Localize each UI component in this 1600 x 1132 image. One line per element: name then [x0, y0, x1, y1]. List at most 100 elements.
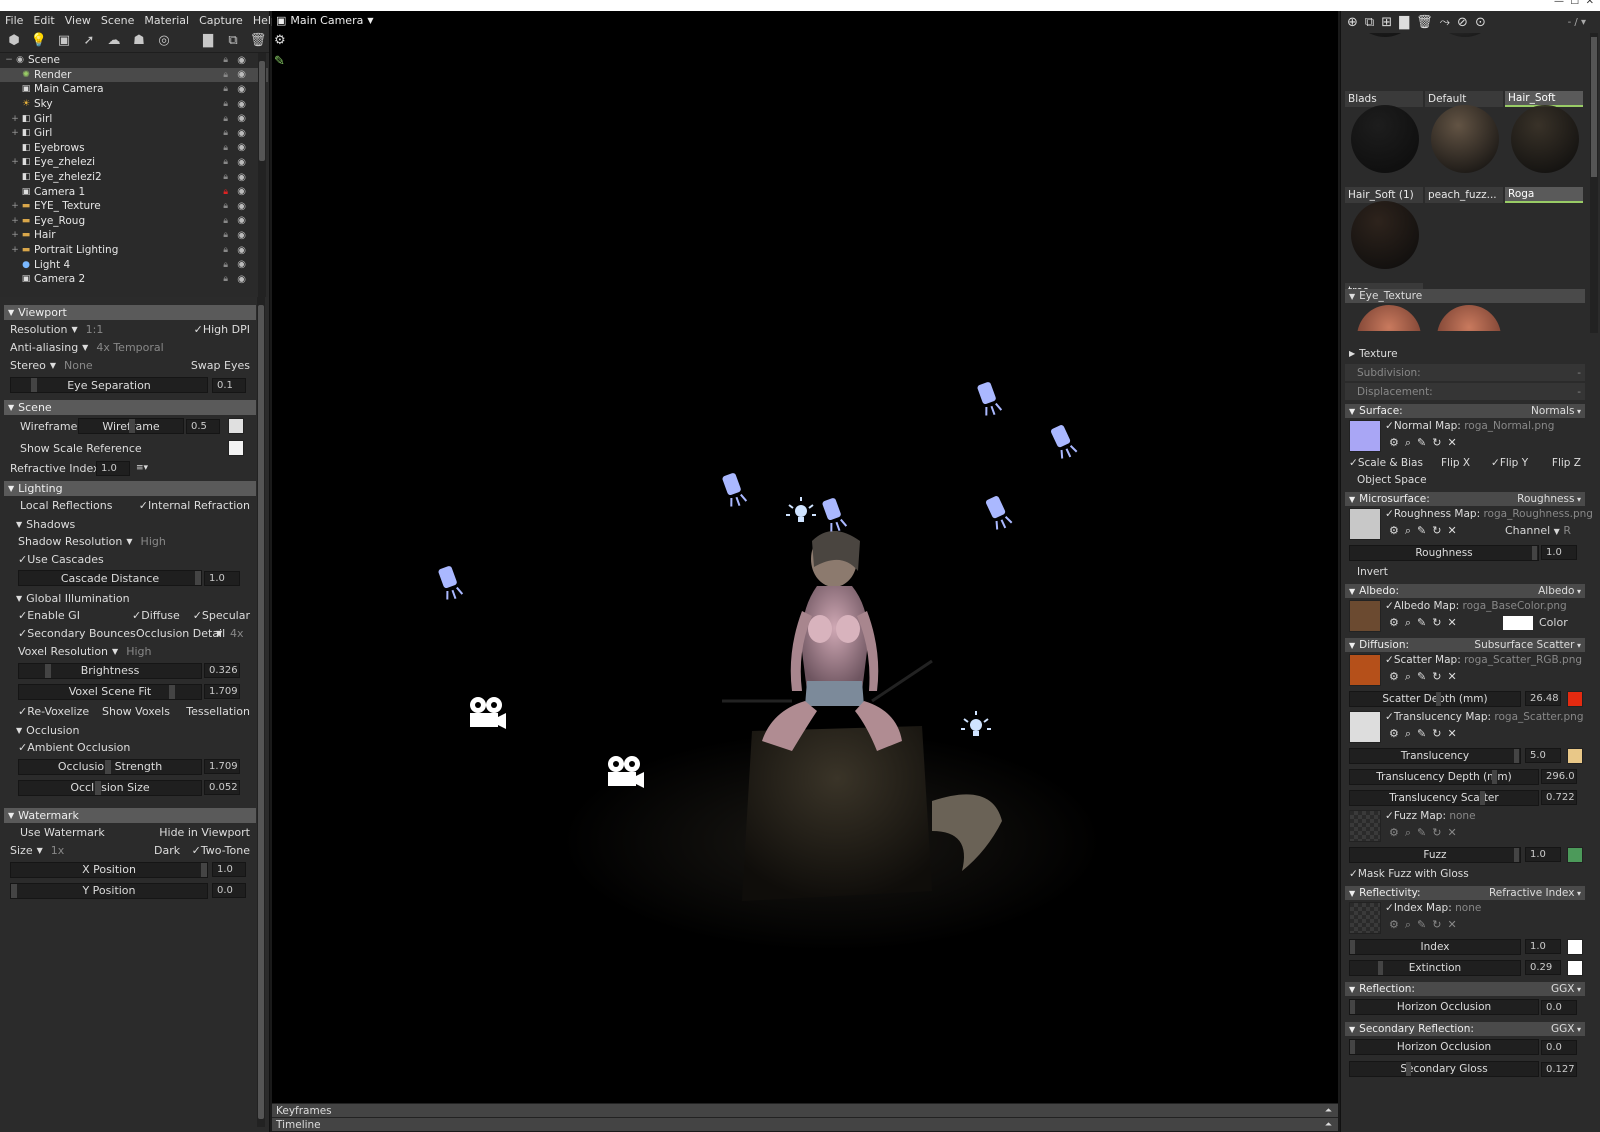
shadows-subsection[interactable]: ▼ Shadows — [4, 517, 256, 532]
fuzz-color-swatch[interactable] — [1567, 846, 1583, 863]
horizon-occlusion-value[interactable]: 0.0 — [1541, 999, 1577, 1015]
menu-item-scene[interactable]: Scene — [96, 14, 140, 27]
lock-icon[interactable]: 🔒︎ — [223, 245, 228, 255]
local-reflections-checkbox[interactable]: Local Reflections — [20, 499, 112, 512]
translucency-depth-slider[interactable]: Translucency Depth (mm) — [1349, 768, 1539, 785]
translucency-scatter-slider[interactable]: Translucency Scatter — [1349, 789, 1539, 806]
duplicate-icon[interactable]: ⧉ — [223, 31, 243, 51]
close-icon[interactable]: ✕ — [1447, 616, 1456, 630]
search-icon[interactable]: ⌕ — [1405, 918, 1411, 932]
add-shadow-catcher-icon[interactable]: ➚ — [79, 31, 99, 51]
brightness-slider[interactable]: Brightness — [18, 662, 202, 679]
extinction-value[interactable]: 0.29 — [1525, 960, 1561, 975]
use-watermark-checkbox[interactable]: Use Watermark — [20, 826, 105, 839]
gi-subsection[interactable]: ▼ Global Illumination — [4, 591, 256, 606]
two-tone-checkbox[interactable]: ✓Two-Tone — [192, 844, 250, 857]
use-cascades-checkbox[interactable]: ✓ Use Cascades — [4, 550, 256, 568]
swap-eyes-checkbox[interactable]: Swap Eyes — [191, 359, 250, 372]
eye-material-preview[interactable] — [1357, 305, 1421, 331]
microsurface-section[interactable]: ▼ Microsurface: Roughness — [1345, 492, 1585, 506]
lock-icon[interactable]: 🔒︎ — [223, 128, 228, 138]
fuzz-value[interactable]: 1.0 — [1525, 847, 1561, 862]
expand-toggle-icon[interactable]: + — [10, 128, 20, 138]
search-icon[interactable]: ⌕ — [1405, 826, 1411, 840]
expand-toggle-icon[interactable]: + — [10, 230, 20, 240]
settings-icon[interactable]: ⚙ — [1389, 727, 1399, 741]
surface-mode[interactable]: Normals — [1531, 405, 1581, 417]
roughness-slider[interactable]: Roughness — [1349, 544, 1539, 561]
material-filter-dropdown[interactable]: - / ▾ — [1568, 17, 1586, 28]
menu-item-edit[interactable]: Edit — [28, 14, 59, 27]
index-slider[interactable]: Index — [1349, 938, 1521, 955]
timeline-bar[interactable]: Timeline ⏶ — [272, 1117, 1338, 1131]
eye-material-preview[interactable] — [1437, 305, 1501, 331]
visibility-eye-icon[interactable]: ◉ — [237, 230, 246, 241]
lighting-section-header[interactable]: ▼ Lighting — [4, 481, 256, 496]
scene-tree-scrollbar[interactable] — [258, 53, 266, 297]
add-fog-icon[interactable]: ☁ — [104, 31, 124, 51]
occlusion-strength-value[interactable]: 1.709 — [204, 759, 240, 774]
visibility-eye-icon[interactable]: ◉ — [237, 69, 246, 80]
lock-icon[interactable]: 🔒︎ — [223, 216, 228, 226]
expand-toggle-icon[interactable]: + — [10, 157, 20, 167]
scatter-color-swatch[interactable] — [1567, 690, 1583, 707]
scene-tree-item[interactable]: ◧ Eye_zhelezi2 🔒︎ ◉ — [0, 170, 268, 185]
camera-gizmo[interactable] — [470, 697, 506, 729]
scene-tree-item[interactable]: ▣ Camera 2 🔒︎ ◉ — [0, 272, 268, 287]
internal-refraction-checkbox[interactable]: ✓Internal Refraction — [139, 499, 250, 512]
point-light-gizmo[interactable] — [961, 711, 991, 736]
settings-icon[interactable]: ⚙ — [1389, 670, 1399, 684]
settings-icon[interactable]: ⚙ — [1389, 826, 1399, 840]
scene-tree-item[interactable]: ▣ Main Camera 🔒︎ ◉ — [0, 82, 268, 97]
ambient-occlusion-checkbox[interactable]: ✓ Ambient Occlusion — [4, 738, 256, 756]
microsurface-mode[interactable]: Roughness — [1517, 493, 1581, 505]
scene-tree-item[interactable]: + ◧ Eye_zhelezi 🔒︎ ◉ — [0, 155, 268, 170]
diffusion-mode[interactable]: Subsurface Scatter — [1474, 639, 1581, 651]
revoxelize-checkbox[interactable]: ✓Re-Voxelize — [18, 705, 89, 718]
x-position-slider[interactable]: X Position — [10, 861, 208, 878]
lock-icon[interactable]: 🔒︎ — [223, 114, 228, 124]
refractive-index-value[interactable]: 1.0 — [96, 460, 130, 476]
object-space-checkbox[interactable]: Object Space — [1345, 471, 1585, 488]
scene-tree-item[interactable]: ◧ Eyebrows 🔒︎ ◉ — [0, 141, 268, 156]
albedo-section[interactable]: ▼ Albedo: Albedo — [1345, 584, 1585, 598]
tessellation-checkbox[interactable]: Tessellation — [186, 705, 250, 718]
scene-tree-item[interactable]: ✺ Render 🔒︎ ◉ — [0, 67, 268, 83]
menu-item-capture[interactable]: Capture — [194, 14, 248, 27]
visibility-eye-icon[interactable]: ◉ — [237, 128, 246, 139]
specular-checkbox[interactable]: ✓Specular — [193, 609, 250, 622]
close-icon[interactable]: ✕ — [1447, 670, 1456, 684]
delete-icon[interactable]: 🗑 — [248, 31, 268, 51]
scene-tree-item[interactable]: + ▬ Eye_Roug 🔒︎ ◉ — [0, 214, 268, 229]
expand-toggle-icon[interactable]: + — [10, 201, 20, 211]
scatter-depth-slider[interactable]: Scatter Depth (mm) — [1349, 690, 1521, 707]
albedo-mode[interactable]: Albedo — [1538, 585, 1581, 597]
visibility-eye-icon[interactable]: ◉ — [237, 274, 246, 285]
albedo-map-thumbnail[interactable] — [1349, 600, 1381, 632]
voxel-fit-value[interactable]: 1.709 — [204, 684, 240, 699]
edit-icon[interactable]: ✎ — [1417, 670, 1426, 684]
spot-light-gizmo[interactable] — [721, 472, 748, 508]
scene-tree-item[interactable]: + ▬ EYE_ Texture 🔒︎ ◉ — [0, 199, 268, 214]
visibility-eye-icon[interactable]: ◉ — [237, 259, 246, 270]
reload-icon[interactable]: ↻ — [1432, 826, 1441, 840]
folder-icon[interactable]: ▇ — [198, 31, 218, 51]
y-position-slider[interactable]: Y Position — [10, 882, 208, 899]
material-thumbnail[interactable]: Blads — [1345, 33, 1423, 107]
scene-tree-item[interactable]: ☀ Sky 🔒︎ ◉ — [0, 97, 268, 112]
close-icon[interactable]: ✕ — [1447, 918, 1456, 932]
translucency-depth-value[interactable]: 296.0 — [1541, 769, 1577, 784]
lock-icon[interactable]: 🔒︎ — [223, 55, 228, 65]
search-icon[interactable]: ⌕ — [1405, 616, 1411, 630]
roughness-value[interactable]: 1.0 — [1541, 545, 1577, 560]
menu-item-material[interactable]: Material — [139, 14, 194, 27]
lock-icon[interactable]: 🔒︎ — [223, 84, 228, 94]
reload-icon[interactable]: ↻ — [1432, 616, 1441, 630]
viewport-section-header[interactable]: ▼ Viewport — [4, 305, 256, 320]
secondary-gloss-slider[interactable]: Secondary Gloss — [1349, 1061, 1539, 1077]
brightness-value[interactable]: 0.326 — [204, 663, 240, 678]
settings-icon[interactable]: ⚙ — [1389, 524, 1399, 538]
cascade-distance-value[interactable]: 1.0 — [204, 570, 240, 586]
add-light-icon[interactable]: 💡 — [29, 31, 49, 51]
flip-x-checkbox[interactable]: Flip X — [1441, 457, 1470, 469]
